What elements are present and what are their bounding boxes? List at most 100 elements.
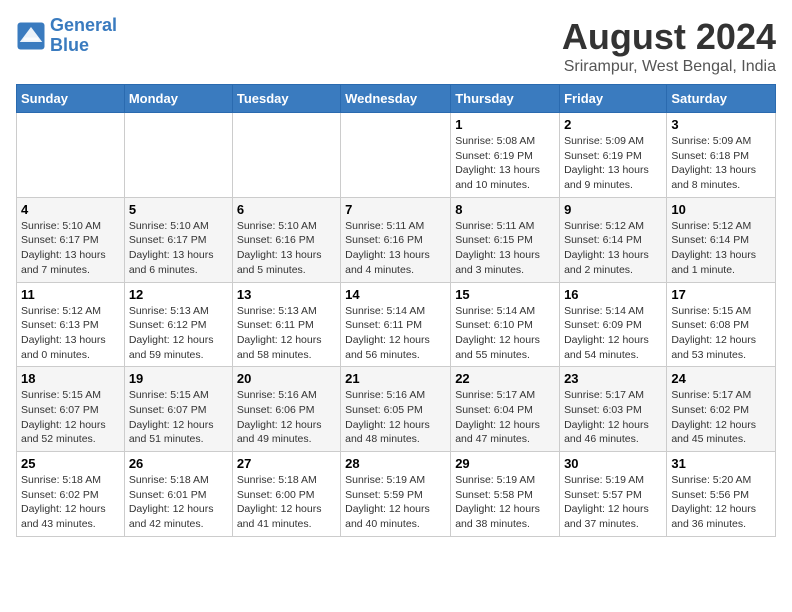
month-year: August 2024 bbox=[562, 16, 776, 58]
day-info: Sunrise: 5:09 AM Sunset: 6:18 PM Dayligh… bbox=[671, 134, 771, 193]
day-number: 3 bbox=[671, 117, 771, 132]
day-number: 9 bbox=[564, 202, 662, 217]
day-number: 6 bbox=[237, 202, 336, 217]
calendar-cell: 1 Sunrise: 5:08 AM Sunset: 6:19 PM Daylig… bbox=[451, 113, 560, 198]
calendar-cell: 2 Sunrise: 5:09 AM Sunset: 6:19 PM Daylig… bbox=[560, 113, 667, 198]
day-number: 10 bbox=[671, 202, 771, 217]
calendar-cell: 5 Sunrise: 5:10 AM Sunset: 6:17 PM Daylig… bbox=[124, 197, 232, 282]
day-info: Sunrise: 5:18 AM Sunset: 6:01 PM Dayligh… bbox=[129, 473, 228, 532]
day-number: 16 bbox=[564, 287, 662, 302]
week-row-2: 11Sunrise: 5:12 AM Sunset: 6:13 PM Dayli… bbox=[17, 282, 776, 367]
calendar-cell bbox=[17, 113, 125, 198]
day-number: 22 bbox=[455, 371, 555, 386]
logo-line2: Blue bbox=[50, 35, 89, 55]
calendar-table: SundayMondayTuesdayWednesdayThursdayFrid… bbox=[16, 84, 776, 537]
day-info: Sunrise: 5:15 AM Sunset: 6:07 PM Dayligh… bbox=[21, 388, 120, 447]
day-info: Sunrise: 5:15 AM Sunset: 6:07 PM Dayligh… bbox=[129, 388, 228, 447]
calendar-cell: 21 Sunrise: 5:16 AM Sunset: 6:05 PM Dayli… bbox=[341, 367, 451, 452]
day-number: 8 bbox=[455, 202, 555, 217]
day-number: 15 bbox=[455, 287, 555, 302]
calendar-cell: 11Sunrise: 5:12 AM Sunset: 6:13 PM Dayli… bbox=[17, 282, 125, 367]
weekday-header-wednesday: Wednesday bbox=[341, 85, 451, 113]
day-info: Sunrise: 5:10 AM Sunset: 6:17 PM Dayligh… bbox=[21, 219, 120, 278]
calendar-body: 1 Sunrise: 5:08 AM Sunset: 6:19 PM Daylig… bbox=[17, 113, 776, 537]
weekday-header-thursday: Thursday bbox=[451, 85, 560, 113]
calendar-cell: 23 Sunrise: 5:17 AM Sunset: 6:03 PM Dayli… bbox=[560, 367, 667, 452]
day-info: Sunrise: 5:14 AM Sunset: 6:11 PM Dayligh… bbox=[345, 304, 446, 363]
calendar-cell: 9 Sunrise: 5:12 AM Sunset: 6:14 PM Daylig… bbox=[560, 197, 667, 282]
calendar-cell: 10 Sunrise: 5:12 AM Sunset: 6:14 PM Dayli… bbox=[667, 197, 776, 282]
day-number: 12 bbox=[129, 287, 228, 302]
week-row-3: 18 Sunrise: 5:15 AM Sunset: 6:07 PM Dayli… bbox=[17, 367, 776, 452]
title-area: August 2024 Srirampur, West Bengal, Indi… bbox=[562, 16, 776, 76]
weekday-header-friday: Friday bbox=[560, 85, 667, 113]
day-number: 27 bbox=[237, 456, 336, 471]
day-info: Sunrise: 5:11 AM Sunset: 6:16 PM Dayligh… bbox=[345, 219, 446, 278]
day-number: 5 bbox=[129, 202, 228, 217]
week-row-0: 1 Sunrise: 5:08 AM Sunset: 6:19 PM Daylig… bbox=[17, 113, 776, 198]
day-number: 20 bbox=[237, 371, 336, 386]
calendar-cell: 24Sunrise: 5:17 AM Sunset: 6:02 PM Dayli… bbox=[667, 367, 776, 452]
day-number: 1 bbox=[455, 117, 555, 132]
day-info: Sunrise: 5:11 AM Sunset: 6:15 PM Dayligh… bbox=[455, 219, 555, 278]
day-info: Sunrise: 5:09 AM Sunset: 6:19 PM Dayligh… bbox=[564, 134, 662, 193]
week-row-4: 25Sunrise: 5:18 AM Sunset: 6:02 PM Dayli… bbox=[17, 452, 776, 537]
location: Srirampur, West Bengal, India bbox=[562, 58, 776, 76]
day-info: Sunrise: 5:08 AM Sunset: 6:19 PM Dayligh… bbox=[455, 134, 555, 193]
day-info: Sunrise: 5:14 AM Sunset: 6:10 PM Dayligh… bbox=[455, 304, 555, 363]
calendar-cell: 31Sunrise: 5:20 AM Sunset: 5:56 PM Dayli… bbox=[667, 452, 776, 537]
day-number: 14 bbox=[345, 287, 446, 302]
calendar-cell: 8 Sunrise: 5:11 AM Sunset: 6:15 PM Daylig… bbox=[451, 197, 560, 282]
calendar-cell: 6 Sunrise: 5:10 AM Sunset: 6:16 PM Daylig… bbox=[232, 197, 340, 282]
day-number: 29 bbox=[455, 456, 555, 471]
day-number: 2 bbox=[564, 117, 662, 132]
week-row-1: 4 Sunrise: 5:10 AM Sunset: 6:17 PM Daylig… bbox=[17, 197, 776, 282]
calendar-cell: 18 Sunrise: 5:15 AM Sunset: 6:07 PM Dayli… bbox=[17, 367, 125, 452]
weekday-header-monday: Monday bbox=[124, 85, 232, 113]
calendar-cell: 13Sunrise: 5:13 AM Sunset: 6:11 PM Dayli… bbox=[232, 282, 340, 367]
day-info: Sunrise: 5:16 AM Sunset: 6:05 PM Dayligh… bbox=[345, 388, 446, 447]
calendar-cell: 19 Sunrise: 5:15 AM Sunset: 6:07 PM Dayli… bbox=[124, 367, 232, 452]
calendar-cell: 28 Sunrise: 5:19 AM Sunset: 5:59 PM Dayli… bbox=[341, 452, 451, 537]
calendar-cell: 27 Sunrise: 5:18 AM Sunset: 6:00 PM Dayli… bbox=[232, 452, 340, 537]
day-number: 7 bbox=[345, 202, 446, 217]
calendar-cell: 3 Sunrise: 5:09 AM Sunset: 6:18 PM Daylig… bbox=[667, 113, 776, 198]
day-number: 21 bbox=[345, 371, 446, 386]
day-number: 18 bbox=[21, 371, 120, 386]
day-number: 23 bbox=[564, 371, 662, 386]
day-number: 25 bbox=[21, 456, 120, 471]
day-number: 30 bbox=[564, 456, 662, 471]
day-info: Sunrise: 5:12 AM Sunset: 6:14 PM Dayligh… bbox=[564, 219, 662, 278]
day-number: 28 bbox=[345, 456, 446, 471]
day-info: Sunrise: 5:10 AM Sunset: 6:16 PM Dayligh… bbox=[237, 219, 336, 278]
calendar-cell: 14 Sunrise: 5:14 AM Sunset: 6:11 PM Dayli… bbox=[341, 282, 451, 367]
logo-line1: General bbox=[50, 15, 117, 35]
day-number: 26 bbox=[129, 456, 228, 471]
logo-icon bbox=[16, 21, 46, 51]
calendar-cell: 30 Sunrise: 5:19 AM Sunset: 5:57 PM Dayli… bbox=[560, 452, 667, 537]
weekday-header-sunday: Sunday bbox=[17, 85, 125, 113]
day-info: Sunrise: 5:19 AM Sunset: 5:59 PM Dayligh… bbox=[345, 473, 446, 532]
day-info: Sunrise: 5:13 AM Sunset: 6:12 PM Dayligh… bbox=[129, 304, 228, 363]
calendar-cell: 26 Sunrise: 5:18 AM Sunset: 6:01 PM Dayli… bbox=[124, 452, 232, 537]
day-info: Sunrise: 5:18 AM Sunset: 6:00 PM Dayligh… bbox=[237, 473, 336, 532]
weekday-header-row: SundayMondayTuesdayWednesdayThursdayFrid… bbox=[17, 85, 776, 113]
calendar-cell: 15 Sunrise: 5:14 AM Sunset: 6:10 PM Dayli… bbox=[451, 282, 560, 367]
day-number: 13 bbox=[237, 287, 336, 302]
day-number: 11 bbox=[21, 287, 120, 302]
calendar-cell bbox=[341, 113, 451, 198]
day-number: 19 bbox=[129, 371, 228, 386]
day-info: Sunrise: 5:12 AM Sunset: 6:14 PM Dayligh… bbox=[671, 219, 771, 278]
day-info: Sunrise: 5:19 AM Sunset: 5:58 PM Dayligh… bbox=[455, 473, 555, 532]
day-info: Sunrise: 5:17 AM Sunset: 6:04 PM Dayligh… bbox=[455, 388, 555, 447]
day-number: 4 bbox=[21, 202, 120, 217]
day-number: 17 bbox=[671, 287, 771, 302]
calendar-cell: 12 Sunrise: 5:13 AM Sunset: 6:12 PM Dayli… bbox=[124, 282, 232, 367]
day-info: Sunrise: 5:10 AM Sunset: 6:17 PM Dayligh… bbox=[129, 219, 228, 278]
calendar-cell: 17Sunrise: 5:15 AM Sunset: 6:08 PM Dayli… bbox=[667, 282, 776, 367]
day-info: Sunrise: 5:17 AM Sunset: 6:03 PM Dayligh… bbox=[564, 388, 662, 447]
calendar-cell bbox=[124, 113, 232, 198]
weekday-header-tuesday: Tuesday bbox=[232, 85, 340, 113]
day-info: Sunrise: 5:19 AM Sunset: 5:57 PM Dayligh… bbox=[564, 473, 662, 532]
day-info: Sunrise: 5:20 AM Sunset: 5:56 PM Dayligh… bbox=[671, 473, 771, 532]
